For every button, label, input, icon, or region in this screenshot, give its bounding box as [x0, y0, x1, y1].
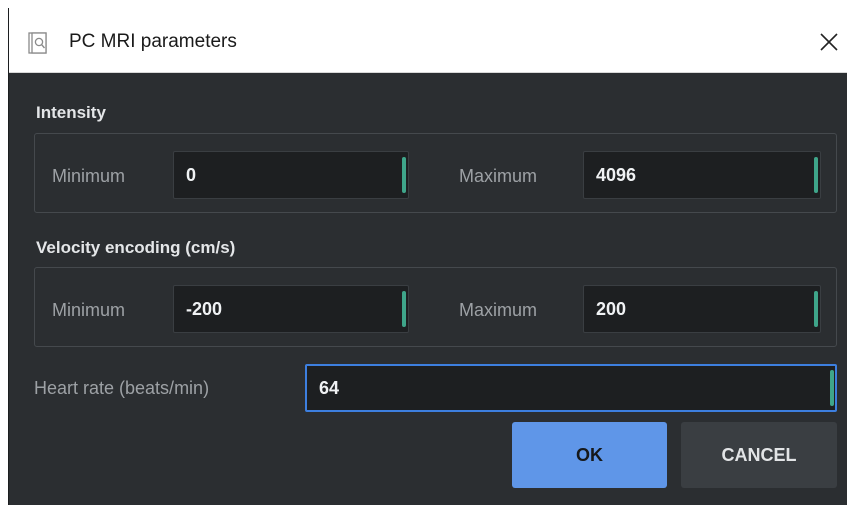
velocity-min-input[interactable]	[173, 285, 409, 333]
velocity-max-label: Maximum	[459, 300, 538, 320]
close-icon[interactable]	[812, 25, 846, 59]
spin-handle[interactable]	[402, 291, 406, 327]
intensity-max-wrap	[583, 151, 821, 199]
intensity-min-label: Minimum	[52, 166, 126, 186]
intensity-section-label: Intensity	[36, 103, 106, 122]
intensity-min-wrap	[173, 151, 409, 199]
velocity-min-label: Minimum	[52, 300, 126, 320]
intensity-min-input[interactable]	[173, 151, 409, 199]
spin-handle[interactable]	[814, 291, 818, 327]
heart-rate-label: Heart rate (beats/min)	[34, 378, 210, 398]
window-title: PC MRI parameters	[69, 31, 237, 52]
spin-handle[interactable]	[830, 370, 834, 406]
ok-button[interactable]: OK	[512, 422, 667, 488]
spin-handle[interactable]	[402, 157, 406, 193]
velocity-max-input[interactable]	[583, 285, 821, 333]
heart-rate-input[interactable]	[305, 364, 837, 412]
heart-rate-wrap	[305, 364, 837, 412]
velocity-max-wrap	[583, 285, 821, 333]
cancel-button[interactable]: CANCEL	[681, 422, 837, 488]
intensity-max-input[interactable]	[583, 151, 821, 199]
spin-handle[interactable]	[814, 157, 818, 193]
intensity-max-label: Maximum	[459, 166, 538, 186]
velocity-min-wrap	[173, 285, 409, 333]
pc-mri-parameters-dialog: PC MRI parameters Intensity Minimum Maxi…	[8, 8, 847, 505]
title-bar: PC MRI parameters	[9, 8, 847, 73]
search-document-icon	[28, 32, 48, 54]
velocity-section-label: Velocity encoding (cm/s)	[36, 238, 236, 257]
